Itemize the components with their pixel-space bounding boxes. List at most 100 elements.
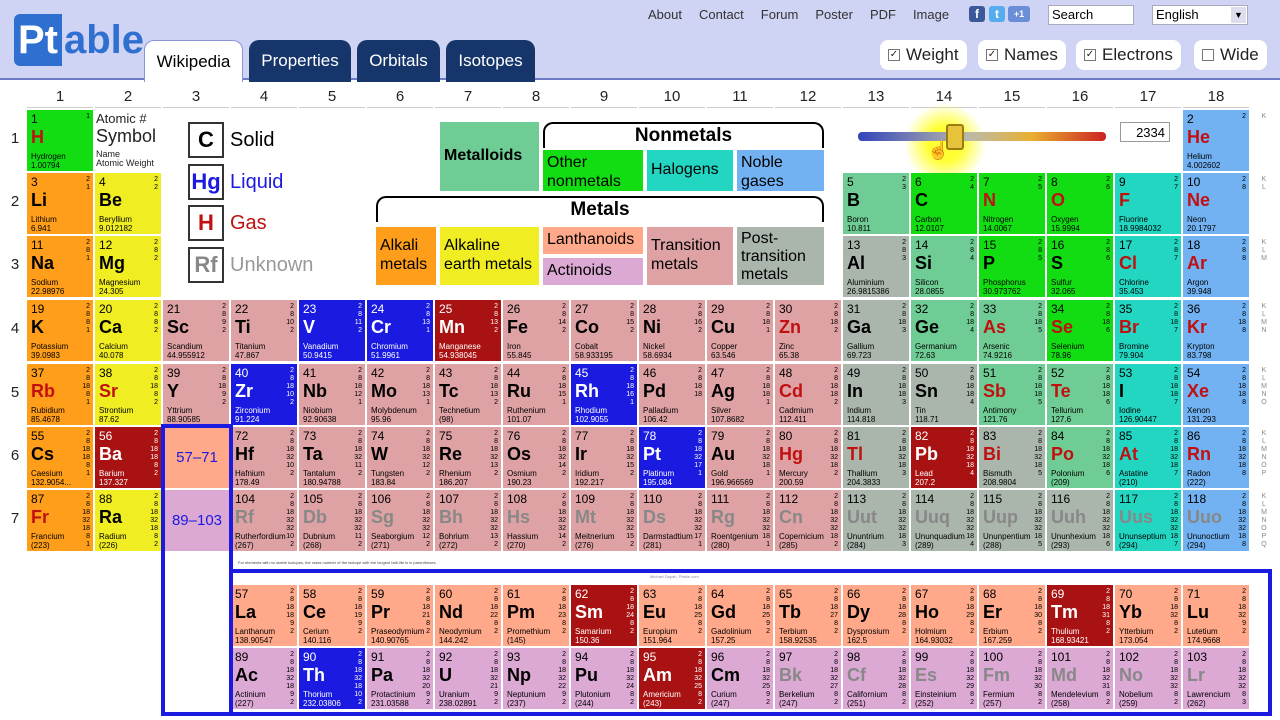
cat-transition[interactable]: Transition metals bbox=[647, 227, 733, 285]
element-uuq[interactable]: 114 Uuq Ununquadium (289) 2 8 18 32 32 18 4 bbox=[911, 490, 977, 551]
cat-noble-gases[interactable]: Noble gases bbox=[737, 150, 824, 191]
element-te[interactable]: 52 Te Tellurium 127.6 2 8 18 18 6 bbox=[1047, 364, 1113, 425]
element-ba[interactable]: 56 Ba Barium 137.327 2 8 18 18 8 2 bbox=[95, 427, 161, 488]
element-na[interactable]: 11 Na Sodium 22.98976 2 8 1 bbox=[27, 236, 93, 297]
element-rb[interactable]: 37 Rb Rubidium 85.4678 2 8 18 8 1 bbox=[27, 364, 93, 425]
element-bh[interactable]: 107 Bh Bohrium (272) 2 8 18 32 32 13 2 bbox=[435, 490, 501, 551]
element-rn[interactable]: 86 Rn Radon (222) 2 8 18 32 18 8 bbox=[1183, 427, 1249, 488]
option-wide[interactable]: Wide bbox=[1194, 40, 1267, 70]
group-header-9[interactable]: 9 bbox=[571, 86, 637, 108]
element-mo[interactable]: 42 Mo Molybdenum 95.96 2 8 18 13 1 bbox=[367, 364, 433, 425]
language-select[interactable]: English ▼ bbox=[1152, 5, 1248, 25]
cat-alkaline-earth[interactable]: Alkaline earth metals bbox=[440, 227, 539, 285]
element-sc[interactable]: 21 Sc Scandium 44.955912 2 8 9 2 bbox=[163, 300, 229, 361]
element-fe[interactable]: 26 Fe Iron 55.845 2 8 14 2 bbox=[503, 300, 569, 361]
period-header-1[interactable]: 1 bbox=[5, 130, 25, 147]
group-header-16[interactable]: 16 bbox=[1047, 86, 1113, 108]
element-cr[interactable]: 24 Cr Chromium 51.9961 2 8 13 1 bbox=[367, 300, 433, 361]
tab-orbitals[interactable]: Orbitals bbox=[357, 40, 440, 82]
element-br[interactable]: 35 Br Bromine 79.904 2 8 18 7 bbox=[1115, 300, 1181, 361]
element-hg[interactable]: 80 Hg Mercury 200.59 2 8 18 32 18 2 bbox=[775, 427, 841, 488]
element-in[interactable]: 49 In Indium 114.818 2 8 18 18 3 bbox=[843, 364, 909, 425]
element-n[interactable]: 7 N Nitrogen 14.0067 2 5 bbox=[979, 173, 1045, 234]
element-ca[interactable]: 20 Ca Calcium 40.078 2 8 8 2 bbox=[95, 300, 161, 361]
cat-halogens[interactable]: Halogens bbox=[647, 150, 733, 191]
link-pdf[interactable]: PDF bbox=[870, 7, 896, 22]
element-b[interactable]: 5 B Boron 10.811 2 3 bbox=[843, 173, 909, 234]
facebook-icon[interactable]: f bbox=[969, 6, 985, 22]
element-ga[interactable]: 31 Ga Gallium 69.723 2 8 18 3 bbox=[843, 300, 909, 361]
element-xe[interactable]: 54 Xe Xenon 131.293 2 8 18 18 8 bbox=[1183, 364, 1249, 425]
element-uuh[interactable]: 116 Uuh Ununhexium (293) 2 8 18 32 32 18 6 bbox=[1047, 490, 1113, 551]
element-k[interactable]: 19 K Potassium 39.0983 2 8 8 1 bbox=[27, 300, 93, 361]
element-s[interactable]: 16 S Sulfur 32.065 2 8 6 bbox=[1047, 236, 1113, 297]
element-ti[interactable]: 22 Ti Titanium 47.867 2 8 10 2 bbox=[231, 300, 297, 361]
element-mg[interactable]: 12 Mg Magnesium 24.305 2 8 2 bbox=[95, 236, 161, 297]
element-zr[interactable]: 40 Zr Zirconium 91.224 2 8 18 10 2 bbox=[231, 364, 297, 425]
period-header-7[interactable]: 7 bbox=[5, 510, 25, 527]
element-db[interactable]: 105 Db Dubnium (268) 2 8 18 32 32 11 2 bbox=[299, 490, 365, 551]
cat-lanthanoids[interactable]: Lanthanoids bbox=[543, 227, 643, 254]
element-hs[interactable]: 108 Hs Hassium (270) 2 8 18 32 32 14 2 bbox=[503, 490, 569, 551]
element-re[interactable]: 75 Re Rhenium 186.207 2 8 18 32 13 2 bbox=[435, 427, 501, 488]
element-f[interactable]: 9 F Fluorine 18.9984032 2 7 bbox=[1115, 173, 1181, 234]
element-os[interactable]: 76 Os Osmium 190.23 2 8 18 32 14 2 bbox=[503, 427, 569, 488]
group-header-2[interactable]: 2 bbox=[95, 86, 161, 108]
element-mt[interactable]: 109 Mt Meitnerium (276) 2 8 18 32 32 15 2 bbox=[571, 490, 637, 551]
option-electrons[interactable]: ✓ Electrons bbox=[1076, 40, 1181, 70]
element-fr[interactable]: 87 Fr Francium (223) 2 8 18 32 18 8 1 bbox=[27, 490, 93, 551]
state-unknown-label[interactable]: Unknown bbox=[230, 254, 313, 277]
cat-post-transition[interactable]: Post-transition metals bbox=[737, 227, 824, 285]
element-ni[interactable]: 28 Ni Nickel 58.6934 2 8 16 2 bbox=[639, 300, 705, 361]
period-header-5[interactable]: 5 bbox=[5, 384, 25, 401]
element-li[interactable]: 3 Li Lithium 6.941 2 1 bbox=[27, 173, 93, 234]
option-names[interactable]: ✓ Names bbox=[978, 40, 1066, 70]
tab-isotopes[interactable]: Isotopes bbox=[446, 40, 535, 82]
state-liquid-label[interactable]: Liquid bbox=[230, 171, 283, 194]
link-poster[interactable]: Poster bbox=[815, 7, 853, 22]
group-header-12[interactable]: 12 bbox=[775, 86, 841, 108]
group-header-15[interactable]: 15 bbox=[979, 86, 1045, 108]
element-au[interactable]: 79 Au Gold 196.966569 2 8 18 32 18 1 bbox=[707, 427, 773, 488]
group-header-3[interactable]: 3 bbox=[163, 86, 229, 108]
element-sr[interactable]: 38 Sr Strontium 87.62 2 8 18 8 2 bbox=[95, 364, 161, 425]
google-plus-icon[interactable]: +1 bbox=[1008, 6, 1030, 22]
group-header-6[interactable]: 6 bbox=[367, 86, 433, 108]
option-weight[interactable]: ✓ Weight bbox=[880, 40, 967, 70]
twitter-icon[interactable]: t bbox=[989, 6, 1005, 22]
element-as[interactable]: 33 As Arsenic 74.9216 2 8 18 5 bbox=[979, 300, 1045, 361]
state-solid-label[interactable]: Solid bbox=[230, 129, 274, 152]
link-about[interactable]: About bbox=[648, 7, 682, 22]
element-sb[interactable]: 51 Sb Antimony 121.76 2 8 18 18 5 bbox=[979, 364, 1045, 425]
element-pd[interactable]: 46 Pd Palladium 106.42 2 8 18 18 bbox=[639, 364, 705, 425]
element-ne[interactable]: 10 Ne Neon 20.1797 2 8 bbox=[1183, 173, 1249, 234]
period-header-6[interactable]: 6 bbox=[5, 447, 25, 464]
element-bi[interactable]: 83 Bi Bismuth 208.9804 2 8 18 32 18 5 bbox=[979, 427, 1045, 488]
element-ru[interactable]: 44 Ru Ruthenium 101.07 2 8 18 15 1 bbox=[503, 364, 569, 425]
element-ra[interactable]: 88 Ra Radium (226) 2 8 18 32 18 8 2 bbox=[95, 490, 161, 551]
element-se[interactable]: 34 Se Selenium 78.96 2 8 18 6 bbox=[1047, 300, 1113, 361]
element-sn[interactable]: 50 Sn Tin 118.71 2 8 18 18 4 bbox=[911, 364, 977, 425]
element-zn[interactable]: 30 Zn Zinc 65.38 2 8 18 2 bbox=[775, 300, 841, 361]
tab-wikipedia[interactable]: Wikipedia bbox=[144, 40, 243, 82]
element-c[interactable]: 6 C Carbon 12.0107 2 4 bbox=[911, 173, 977, 234]
element-rg[interactable]: 111 Rg Roentgenium (280) 2 8 18 32 32 18 1 bbox=[707, 490, 773, 551]
element-sg[interactable]: 106 Sg Seaborgium (271) 2 8 18 32 32 12 2 bbox=[367, 490, 433, 551]
element-pt[interactable]: 78 Pt Platinum 195.084 2 8 18 32 17 1 bbox=[639, 427, 705, 488]
element-uut[interactable]: 113 Uut Ununtrium (284) 2 8 18 32 32 18 3 bbox=[843, 490, 909, 551]
cat-other-nonmetals[interactable]: Other nonmetals bbox=[543, 150, 643, 191]
element-uup[interactable]: 115 Uup Ununpentium (288) 2 8 18 32 32 18 5 bbox=[979, 490, 1045, 551]
group-header-10[interactable]: 10 bbox=[639, 86, 705, 108]
element-cs[interactable]: 55 Cs Caesium 132.9054... 2 8 18 18 8 1 bbox=[27, 427, 93, 488]
group-header-1[interactable]: 1 bbox=[27, 86, 93, 108]
element-al[interactable]: 13 Al Aluminium 26.9815386 2 8 3 bbox=[843, 236, 909, 297]
element-kr[interactable]: 36 Kr Krypton 83.798 2 8 18 8 bbox=[1183, 300, 1249, 361]
ptable-logo[interactable]: Pt able bbox=[14, 14, 144, 66]
element-pb[interactable]: 82 Pb Lead 207.2 2 8 18 32 18 4 bbox=[911, 427, 977, 488]
group-header-5[interactable]: 5 bbox=[299, 86, 365, 108]
cat-metalloids[interactable]: Metalloids bbox=[440, 122, 539, 191]
element-rh[interactable]: 45 Rh Rhodium 102.9055 2 8 18 16 1 bbox=[571, 364, 637, 425]
group-header-7[interactable]: 7 bbox=[435, 86, 501, 108]
element-ar[interactable]: 18 Ar Argon 39.948 2 8 8 bbox=[1183, 236, 1249, 297]
element-hf[interactable]: 72 Hf Hafnium 178.49 2 8 18 32 10 2 bbox=[231, 427, 297, 488]
